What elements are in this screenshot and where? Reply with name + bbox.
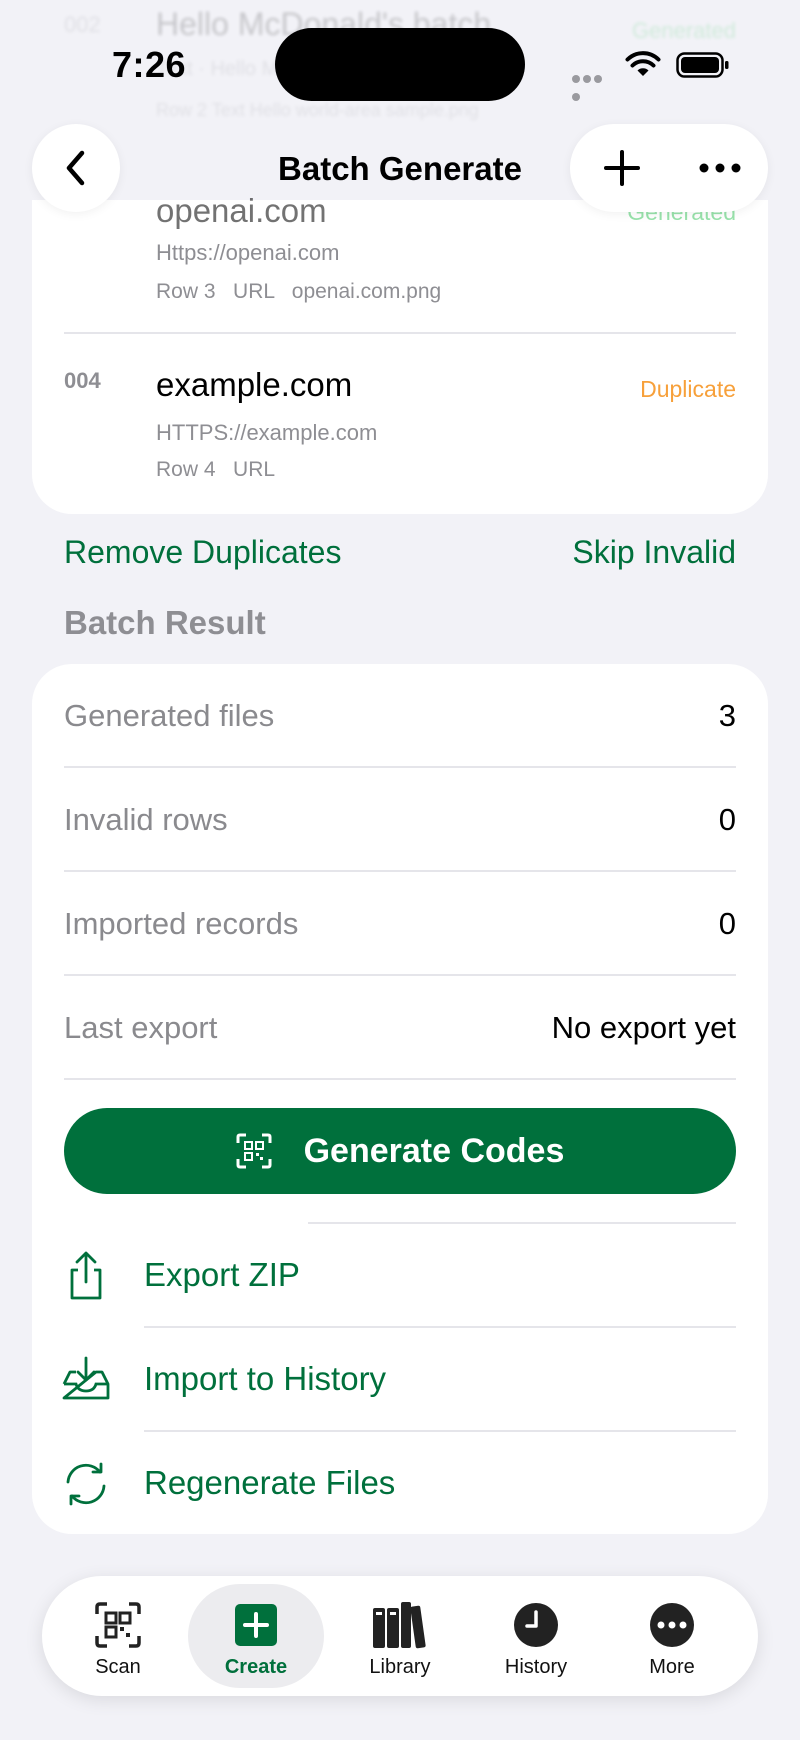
stat-value: 3 — [718, 698, 736, 733]
page-title: Batch Generate — [278, 150, 522, 187]
more-options-button[interactable] — [690, 138, 750, 198]
stat-row-generated-files: Generated files 3 — [64, 664, 736, 768]
section-header: Batch Result — [64, 604, 266, 641]
chevron-left-icon — [66, 150, 85, 186]
tab-label: More — [649, 1656, 695, 1678]
stat-label: Invalid rows — [64, 802, 228, 837]
tab-library[interactable]: Library — [332, 1584, 468, 1688]
generate-codes-button[interactable]: Generate Codes — [64, 1108, 736, 1194]
row-status: Generated — [632, 18, 736, 43]
dynamic-island — [275, 28, 525, 101]
row-number: 004 — [64, 368, 101, 393]
stat-row-invalid-rows: Invalid rows 0 — [64, 768, 736, 872]
row-url: HTTPS://example.com — [156, 420, 378, 445]
status-time: 7:26 — [112, 44, 187, 85]
row-number: 002 — [64, 12, 101, 37]
stat-label: Last export — [64, 1010, 218, 1045]
nav-actions-group — [570, 124, 768, 212]
wifi-icon — [625, 50, 661, 78]
duplicate-badge: Duplicate — [640, 376, 736, 402]
tray-download-icon — [62, 1356, 110, 1400]
tab-label: Scan — [95, 1656, 141, 1678]
import-to-history-button[interactable]: Import to History — [32, 1328, 768, 1432]
cellular-signal-icon — [572, 70, 614, 101]
regenerate-files-button[interactable]: Regenerate Files — [32, 1432, 768, 1536]
tab-label: History — [504, 1656, 568, 1678]
stat-label: Imported records — [64, 906, 299, 941]
qr-scan-icon — [236, 1133, 272, 1169]
books-icon — [372, 1600, 428, 1650]
ellipsis-circle-icon — [644, 1600, 700, 1650]
ellipsis-icon — [699, 163, 741, 173]
tab-scan[interactable]: Scan — [50, 1584, 186, 1688]
stat-value: 0 — [718, 802, 736, 837]
refresh-icon — [66, 1462, 106, 1506]
export-zip-button[interactable]: Export ZIP — [32, 1224, 768, 1328]
add-button[interactable] — [592, 138, 652, 198]
row-meta: Row 3 URL openai.com.png — [156, 280, 442, 303]
row-title: example.com — [156, 366, 353, 403]
back-button[interactable] — [32, 124, 120, 212]
tab-bar: Scan Create Library History More — [42, 1576, 758, 1696]
stat-row-last-export: Last export No export yet — [64, 976, 736, 1080]
battery-icon — [676, 52, 730, 78]
tab-history[interactable]: History — [468, 1584, 604, 1688]
export-zip-label: Export ZIP — [144, 1256, 300, 1293]
share-icon — [70, 1251, 102, 1300]
regenerate-files-label: Regenerate Files — [144, 1464, 396, 1501]
stat-value: 0 — [718, 906, 736, 941]
row-meta: Row 4 URL — [156, 458, 276, 481]
stat-value: No export yet — [551, 1010, 736, 1045]
plus-square-icon — [228, 1600, 284, 1650]
stat-row-imported-records: Imported records 0 — [64, 872, 736, 976]
clock-icon — [508, 1600, 564, 1650]
row-title: openai.com — [156, 192, 327, 229]
batch-rows-card: openai.com Generated Https://openai.com … — [32, 192, 768, 514]
divider — [64, 332, 736, 334]
qr-scan-icon — [90, 1600, 146, 1650]
remove-duplicates-button[interactable]: Remove Duplicates — [64, 534, 341, 571]
import-to-history-label: Import to History — [144, 1360, 387, 1397]
tab-label: Library — [369, 1656, 431, 1678]
skip-invalid-button[interactable]: Skip Invalid — [572, 534, 736, 571]
stat-label: Generated files — [64, 698, 275, 733]
plus-icon — [604, 150, 640, 186]
tab-more[interactable]: More — [604, 1584, 740, 1688]
tab-label: Create — [224, 1656, 288, 1678]
generate-codes-label: Generate Codes — [303, 1131, 565, 1170]
row-meta: Row 2 Text Hello world-area sample.png — [156, 100, 479, 120]
batch-result-card: Generated files 3 Invalid rows 0 Importe… — [32, 664, 768, 1534]
row-url: Https://openai.com — [156, 240, 340, 265]
tab-create[interactable]: Create — [188, 1584, 324, 1688]
